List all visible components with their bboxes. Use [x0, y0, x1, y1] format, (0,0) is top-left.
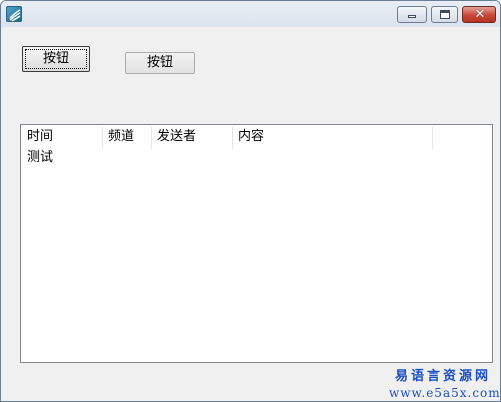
- close-button[interactable]: ✕: [462, 6, 496, 23]
- watermark: 易语言资源网 www.e5a5x.com: [389, 365, 501, 400]
- minimize-button[interactable]: [397, 6, 427, 23]
- list-item[interactable]: 测试: [21, 148, 492, 168]
- column-header-time[interactable]: 时间: [21, 125, 102, 149]
- minimize-icon: [408, 15, 416, 18]
- maximize-icon: [440, 10, 450, 19]
- list-header: 时间 频道 发送者 内容: [21, 125, 492, 149]
- app-window: ✕ 按钮 按钮 时间 频道 发送者 内容 测试 易语言资源网 www.e5a5x…: [0, 0, 501, 402]
- title-bar[interactable]: ✕: [1, 1, 500, 27]
- column-header-channel[interactable]: 频道: [102, 125, 151, 149]
- list-cell-time: 测试: [27, 150, 54, 165]
- column-divider[interactable]: [432, 127, 433, 149]
- watermark-url: www.e5a5x.com: [389, 386, 501, 400]
- app-icon[interactable]: [6, 6, 22, 22]
- column-header-content[interactable]: 内容: [232, 125, 432, 149]
- watermark-name: 易语言资源网: [394, 369, 491, 384]
- button-2[interactable]: 按钮: [125, 52, 195, 74]
- message-list[interactable]: 时间 频道 发送者 内容 测试: [20, 124, 493, 363]
- column-header-sender[interactable]: 发送者: [151, 125, 232, 149]
- maximize-button[interactable]: [431, 6, 458, 23]
- button-1[interactable]: 按钮: [22, 46, 90, 72]
- close-icon: ✕: [474, 7, 486, 22]
